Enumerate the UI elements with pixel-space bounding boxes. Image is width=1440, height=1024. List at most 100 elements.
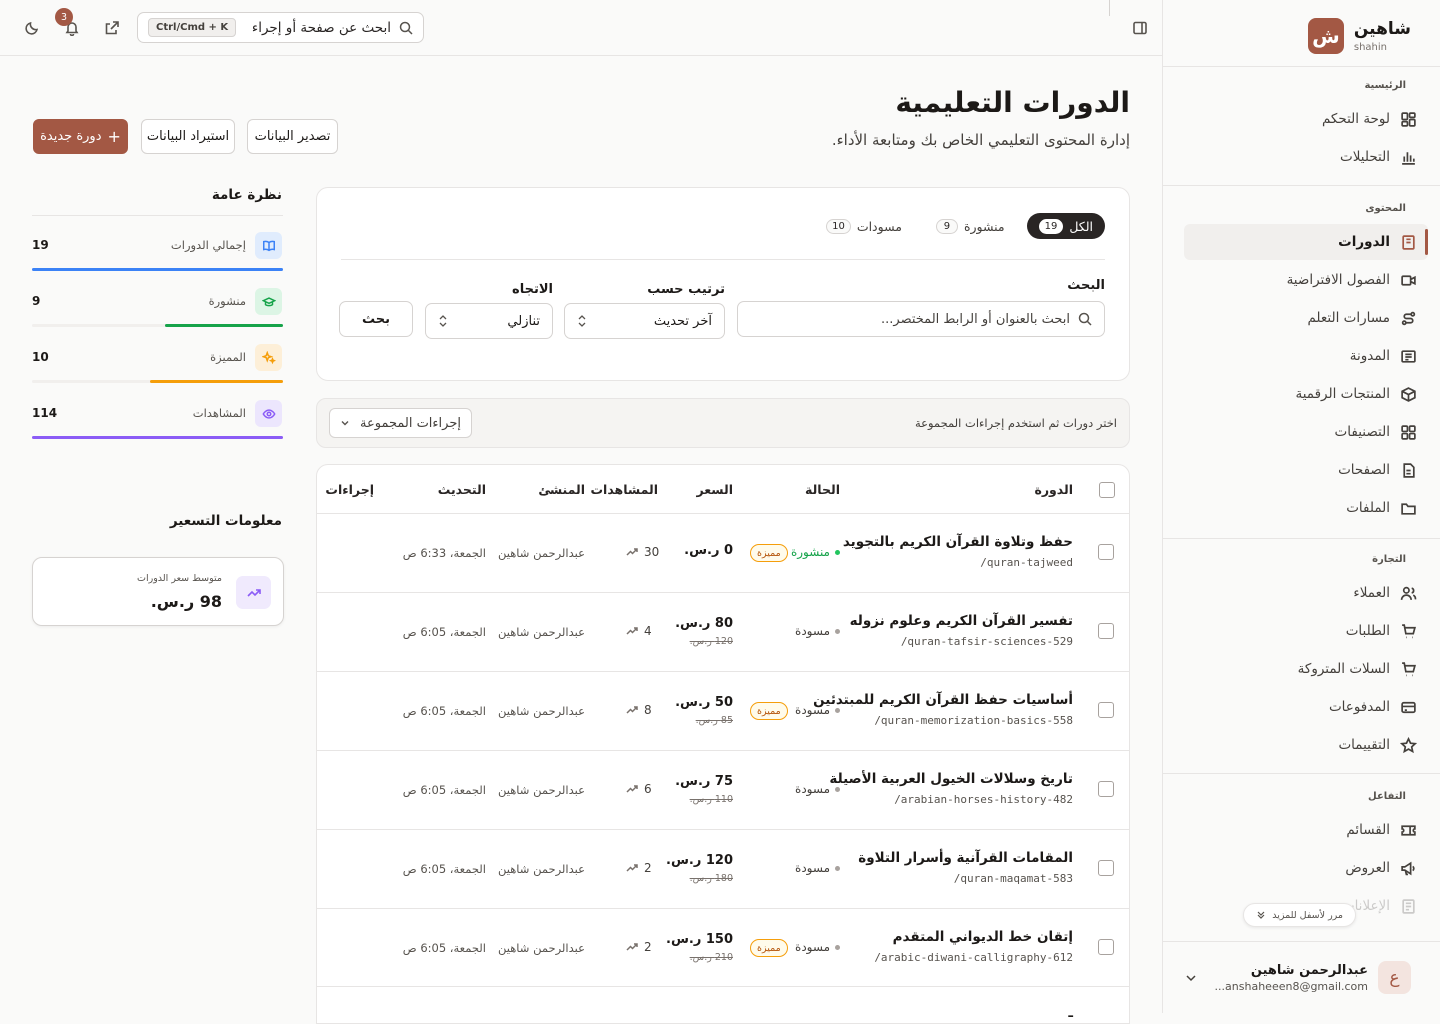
plus-icon: +	[107, 127, 121, 146]
user-menu[interactable]: ع عبدالرحمن شاهين anshaheeen8@gmail.com.…	[1163, 941, 1440, 1013]
course-title[interactable]: تاريخ وسلالات الخيول العربية الأصيلة	[829, 771, 1073, 787]
bulk-hint: اختر دورات ثم استخدم إجراءات المجموعة	[914, 416, 1117, 430]
book-open-icon	[255, 232, 282, 259]
sidebar-item-cart[interactable]: السلات المتروكة	[1184, 651, 1428, 687]
command-search-input[interactable]: ابحث عن صفحة أو إجراء Ctrl/Cmd + K	[137, 12, 424, 43]
row-checkbox[interactable]	[1098, 781, 1114, 797]
divider	[341, 259, 1105, 260]
notification-count-badge: 3	[55, 8, 73, 26]
import-label: استيراد البيانات	[146, 129, 230, 144]
course-title[interactable]: حفظ وتلاوة القرآن الكريم بالتجويد	[843, 534, 1073, 550]
sort-select[interactable]: آخر تحديث	[564, 303, 725, 339]
sidebar-item-label: القسائم	[1346, 822, 1390, 838]
divider	[32, 215, 283, 216]
course-title[interactable]: المقامات القرآنية وأسرار التلاوة	[858, 850, 1073, 866]
table-row[interactable]: حفظ وتلاوة القرآن الكريم بالتجويد/quran-…	[316, 513, 1129, 592]
sidebar-item-blog[interactable]: المدونة	[1184, 338, 1428, 374]
sort-value: آخر تحديث	[653, 313, 712, 329]
sidebar-item-route[interactable]: مسارات التعلم	[1184, 300, 1428, 336]
divider	[1163, 538, 1440, 539]
direction-select[interactable]: تنازلي	[425, 303, 553, 339]
sidebar-item-page[interactable]: الصفحات	[1184, 452, 1428, 488]
sidebar-item-video[interactable]: الفصول الافتراضية	[1184, 262, 1428, 298]
stat-label: المميزة	[210, 350, 246, 364]
header-author: المنشئ	[538, 482, 585, 497]
shortcut-hint: Ctrl/Cmd + K	[148, 18, 237, 37]
sidebar-item-ticket[interactable]: القسائم	[1184, 812, 1428, 848]
sparkles-icon	[255, 344, 282, 371]
row-checkbox[interactable]	[1098, 623, 1114, 639]
export-button[interactable]: تصدير البيانات	[247, 119, 338, 154]
search-icon	[1078, 312, 1092, 326]
row-checkbox[interactable]	[1098, 939, 1114, 955]
author-name: عبدالرحمن شاهين	[497, 862, 585, 876]
tab-filter[interactable]: مسودات 10	[814, 213, 914, 239]
stat-label: منشورة	[208, 294, 246, 308]
overview-title: نظرة عامة	[211, 187, 282, 203]
tab-all[interactable]: الكل 19	[1026, 213, 1105, 239]
row-checkbox[interactable]	[1098, 544, 1114, 560]
tab-label: الكل	[1069, 218, 1093, 234]
course-search-input[interactable]: ابحث بالعنوان أو الرابط المختصر...	[737, 301, 1105, 337]
megaphone-icon	[1401, 861, 1415, 875]
status-label: مسودة	[795, 782, 840, 796]
sidebar-item-chart[interactable]: التحليلات	[1184, 139, 1428, 175]
bulk-actions-button[interactable]: إجراءات المجموعة	[329, 408, 472, 438]
views-count: 6	[626, 782, 652, 796]
sidebar-item-card[interactable]: المدفوعات	[1184, 689, 1428, 725]
price-value: 80 ر.س.	[675, 616, 733, 631]
sidebar-item-cart[interactable]: الطلبات	[1184, 613, 1428, 649]
sidebar-item-users[interactable]: العملاء	[1184, 575, 1428, 611]
row-checkbox[interactable]	[1098, 702, 1114, 718]
views-count: 30	[626, 545, 659, 559]
course-title: ـ	[1068, 1005, 1073, 1021]
new-course-button[interactable]: + دورة جديدة	[33, 119, 128, 154]
import-button[interactable]: استيراد البيانات	[141, 119, 235, 154]
sidebar-item-label: التصنيفات	[1334, 424, 1390, 440]
sidebar-item-folder[interactable]: الملفات	[1184, 490, 1428, 526]
sidebar-item-box[interactable]: المنتجات الرقمية	[1184, 376, 1428, 412]
select-all-checkbox[interactable]	[1099, 482, 1115, 498]
open-site-button[interactable]	[100, 16, 124, 40]
table-row[interactable]: تاريخ وسلالات الخيول العربية الأصيلة/ara…	[316, 750, 1129, 829]
header-course: الدورة	[1034, 482, 1073, 497]
course-title[interactable]: إتقان خط الديواني المتقدم	[893, 929, 1073, 945]
sidebar-item-star[interactable]: التقييمات	[1184, 727, 1428, 763]
table-row[interactable]: تفسير القرآن الكريم وعلوم نزوله/quran-ta…	[316, 592, 1129, 671]
views-count: 4	[626, 624, 652, 638]
tab-count: 9	[935, 218, 958, 234]
sidebar-item-label: مسارات التعلم	[1307, 310, 1390, 326]
table-row[interactable]: ـ	[316, 986, 1129, 1021]
sidebar-item-label: العملاء	[1353, 585, 1390, 601]
double-chevron-down-icon	[1257, 911, 1265, 919]
updated-at: الجمعة، 6:05 ص	[402, 783, 486, 797]
scroll-more-button[interactable]: مرر لأسفل للمزيد	[1243, 903, 1356, 927]
brand-name: شاهين	[1353, 19, 1411, 39]
sidebar-item-label: الملفات	[1346, 500, 1390, 516]
search-submit-button[interactable]: بحث	[339, 301, 413, 337]
table-row[interactable]: المقامات القرآنية وأسرار التلاوة/quran-m…	[316, 829, 1129, 908]
course-slug: /quran-tajweed	[980, 556, 1073, 569]
sidebar-item-grid[interactable]: التصنيفات	[1184, 414, 1428, 450]
featured-badge: مميزة	[750, 939, 788, 957]
brand[interactable]: شاهين shahin ش	[1307, 18, 1411, 54]
sidebar-item-label: المنتجات الرقمية	[1295, 386, 1390, 402]
table-row[interactable]: إتقان خط الديواني المتقدم/arabic-diwani-…	[316, 908, 1129, 987]
sidebar-toggle-button[interactable]	[1128, 16, 1152, 40]
theme-toggle-button[interactable]	[20, 16, 44, 40]
table-row[interactable]: أساسيات حفظ القرآن الكريم للمبتدئين/qura…	[316, 671, 1129, 750]
avg-price-value: 98 ر.س.	[150, 592, 222, 611]
views-count: 8	[626, 703, 652, 717]
course-title[interactable]: أساسيات حفظ القرآن الكريم للمبتدئين	[813, 692, 1073, 708]
user-email: anshaheeen8@gmail.com...	[1214, 979, 1368, 993]
eye-icon	[255, 400, 282, 427]
course-title[interactable]: تفسير القرآن الكريم وعلوم نزوله	[850, 613, 1073, 629]
sidebar-item-dashboard[interactable]: لوحة التحكم	[1184, 101, 1428, 137]
sidebar-item-megaphone[interactable]: العروض	[1184, 850, 1428, 886]
pricing-title: معلومات التسعير	[169, 513, 282, 529]
tab-filter[interactable]: منشورة 9	[924, 213, 1017, 239]
updated-at: الجمعة، 6:05 ص	[402, 862, 486, 876]
sidebar-item-book[interactable]: الدورات	[1184, 224, 1428, 260]
stat-label: المشاهدات	[192, 406, 246, 420]
row-checkbox[interactable]	[1098, 860, 1114, 876]
